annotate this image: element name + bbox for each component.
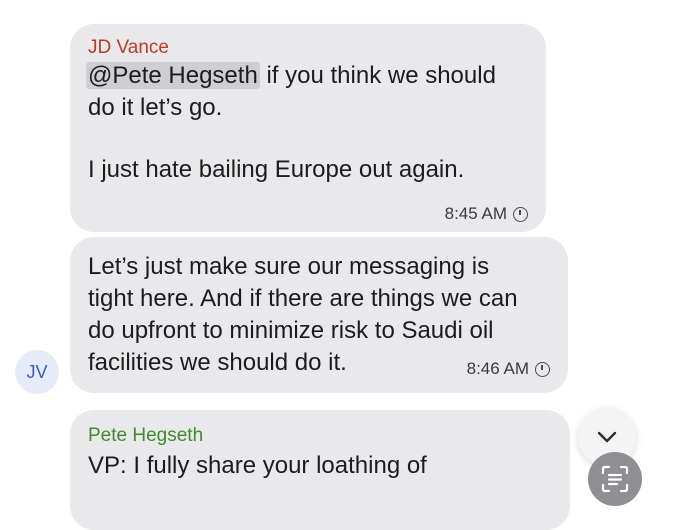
sender-name: JD Vance <box>88 37 169 58</box>
message-text-line: if you think we should <box>259 62 496 89</box>
message-text-line: I just hate bailing Europe out again. <box>88 156 465 183</box>
chevron-down-icon <box>597 431 617 443</box>
live-text-icon <box>601 465 629 493</box>
clock-icon <box>513 206 528 222</box>
message-bubble-pete-hegseth[interactable]: Pete Hegseth VP: I fully share your loat… <box>70 410 570 530</box>
avatar-initials: JV <box>26 361 48 382</box>
message-text: @Pete Hegseth if you think we should <box>86 60 528 92</box>
mention-link[interactable]: @Pete Hegseth <box>86 62 260 89</box>
timestamp-text: 8:45 AM <box>444 204 507 223</box>
message-bubble-jd-vance[interactable]: JD Vance @Pete Hegseth if you think we s… <box>70 24 546 232</box>
message-text-line: VP: I fully share your loathing of <box>88 452 427 479</box>
message-timestamp: 8:45 AM <box>445 204 528 224</box>
message-bubble-jd-vance-2[interactable]: Let’s just make sure our messaging is ti… <box>70 237 568 393</box>
sender-name: Pete Hegseth <box>88 425 204 446</box>
message-text-line: tight here. And if there are things we c… <box>88 285 518 312</box>
message-text-line: do it let’s go. <box>88 94 223 121</box>
avatar[interactable]: JV <box>15 350 59 394</box>
live-text-button[interactable] <box>588 452 642 506</box>
message-text-line: do upfront to minimize risk to Saudi oil <box>88 317 494 344</box>
clock-icon <box>535 361 550 377</box>
message-timestamp: 8:46 AM <box>467 359 550 379</box>
message-text-line: Let’s just make sure our messaging is <box>88 253 490 280</box>
timestamp-text: 8:46 AM <box>466 359 529 378</box>
